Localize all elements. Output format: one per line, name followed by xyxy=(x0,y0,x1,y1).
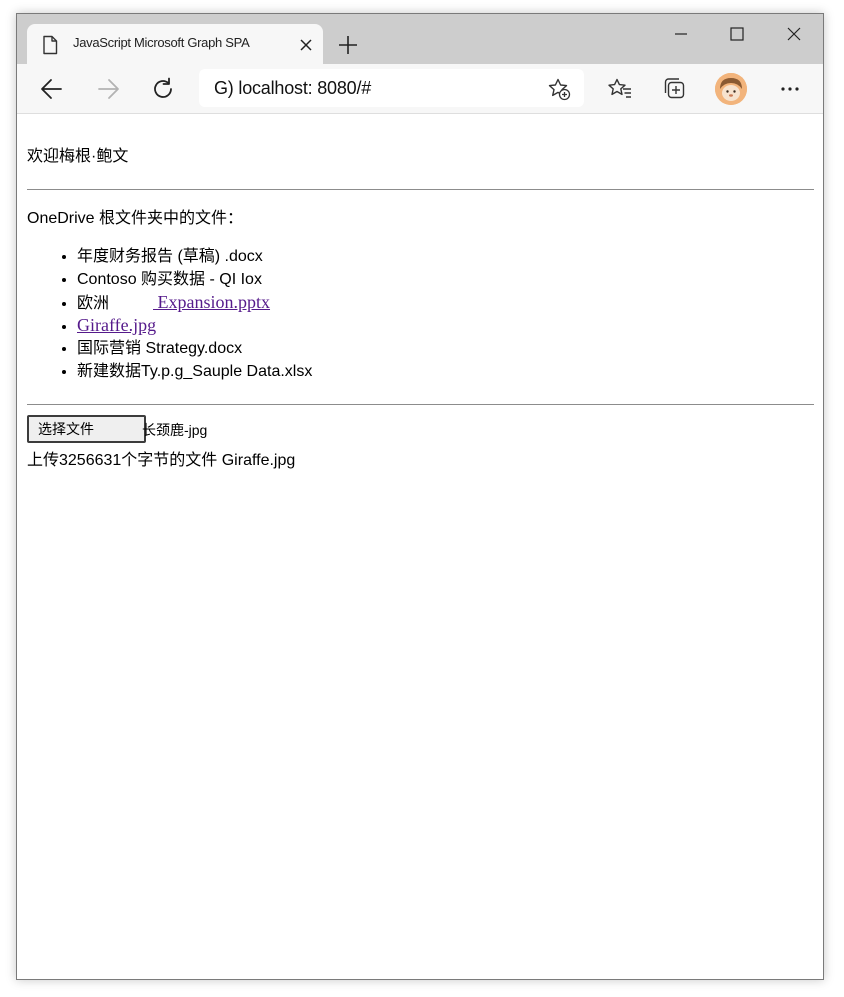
back-arrow-icon[interactable] xyxy=(39,76,65,102)
avatar-face-icon xyxy=(715,73,747,105)
file-name: Contoso 购买数据 - QI Iox xyxy=(77,271,262,288)
list-item[interactable]: 欧洲 Expansion.pptx xyxy=(77,291,312,314)
address-url[interactable]: G) localhost: 8080/# xyxy=(214,78,371,99)
close-icon[interactable] xyxy=(784,24,804,44)
file-link[interactable]: Expansion.pptx xyxy=(153,292,271,312)
list-item: 国际营销 Strategy.docx xyxy=(77,337,312,360)
tab-strip: JavaScript Microsoft Graph SPA xyxy=(17,14,823,64)
file-name-prefix: 欧洲 xyxy=(77,295,110,312)
favorites-icon[interactable] xyxy=(607,76,633,102)
list-item: 年度财务报告 (草稿) .docx xyxy=(77,245,312,268)
tab-close-icon[interactable] xyxy=(299,38,313,52)
forward-arrow-icon[interactable] xyxy=(95,76,121,102)
file-list: 年度财务报告 (草稿) .docx Contoso 购买数据 - QI Iox … xyxy=(41,245,312,383)
browser-toolbar: G) localhost: 8080/# xyxy=(17,64,823,114)
upload-status: 上传3256631个字节的文件 Giraffe.jpg xyxy=(27,452,296,469)
file-name: 新建数据Ty.p.g_Sauple Data.xlsx xyxy=(77,363,313,380)
collections-icon[interactable] xyxy=(662,76,688,102)
choose-file-button[interactable]: 选择文件 xyxy=(27,415,146,443)
browser-tab[interactable]: JavaScript Microsoft Graph SPA xyxy=(27,24,323,64)
address-bar[interactable]: G) localhost: 8080/# xyxy=(199,69,584,107)
new-tab-icon[interactable] xyxy=(337,34,359,56)
chosen-file-name: 长颈鹿-jpg xyxy=(142,422,208,438)
file-name: 国际营销 Strategy.docx xyxy=(77,340,243,357)
list-item[interactable]: Giraffe.jpg xyxy=(77,314,312,337)
page-icon xyxy=(43,35,58,55)
divider xyxy=(27,189,814,190)
file-name: 年度财务报告 (草稿) .docx xyxy=(77,248,263,265)
browser-window: JavaScript Microsoft Graph SPA G) localh… xyxy=(16,13,824,980)
list-item: Contoso 购买数据 - QI Iox xyxy=(77,268,312,291)
list-item: 新建数据Ty.p.g_Sauple Data.xlsx xyxy=(77,360,312,383)
refresh-icon[interactable] xyxy=(150,76,176,102)
profile-avatar[interactable] xyxy=(715,73,747,105)
more-icon[interactable] xyxy=(777,76,803,102)
file-link[interactable]: Giraffe.jpg xyxy=(77,315,156,335)
tab-title: JavaScript Microsoft Graph SPA xyxy=(73,35,250,50)
divider xyxy=(27,404,814,405)
minimize-icon[interactable] xyxy=(671,24,691,44)
welcome-message: 欢迎梅根·鲍文 xyxy=(27,148,129,165)
files-heading: OneDrive 根文件夹中的文件： xyxy=(27,210,244,227)
page-content: 欢迎梅根·鲍文 OneDrive 根文件夹中的文件： 年度财务报告 (草稿) .… xyxy=(17,114,823,979)
maximize-icon[interactable] xyxy=(727,24,747,44)
add-favorite-icon[interactable] xyxy=(547,77,571,101)
